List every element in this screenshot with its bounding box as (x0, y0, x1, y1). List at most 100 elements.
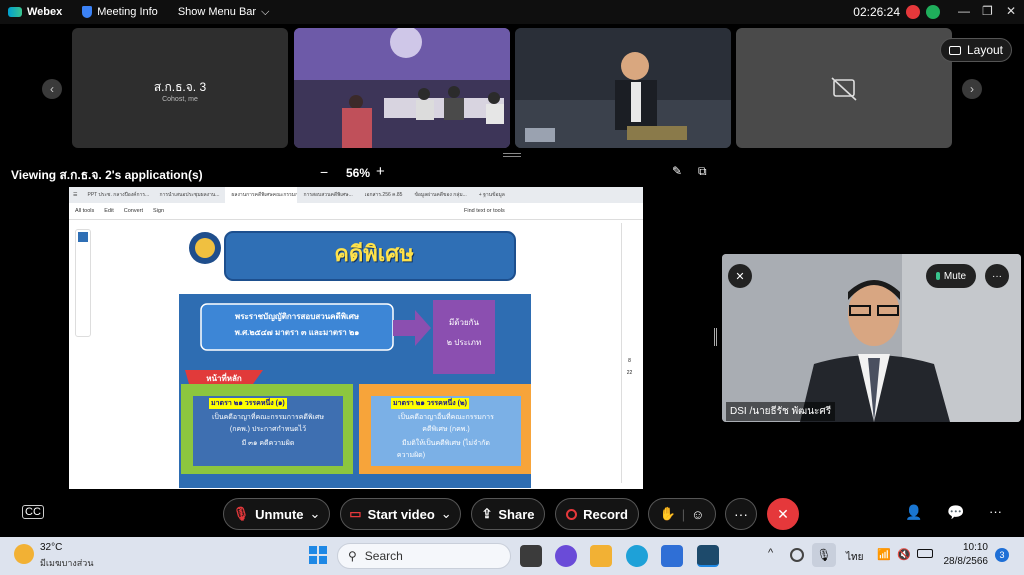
taskbar-date[interactable]: 28/8/2566 (940, 556, 989, 567)
start-menu-icon[interactable] (308, 545, 328, 565)
toolbar-convert[interactable]: Convert (124, 208, 143, 214)
more-options-button[interactable]: ··· (725, 498, 757, 530)
participant-more-button[interactable]: ··· (985, 264, 1009, 288)
participant-tile-video-off[interactable] (736, 28, 952, 148)
battery-icon[interactable] (917, 549, 933, 558)
minimize-icon[interactable]: — (958, 4, 970, 18)
main-duty-label: หน้าที่หลัก (206, 374, 242, 383)
raise-hand-icon[interactable]: ✋ (660, 506, 676, 522)
pdf-page-nav: 8 22 (621, 223, 637, 483)
zoom-out-button[interactable]: − (320, 164, 328, 180)
browser-tab-active[interactable]: ผลงานการคดีพิเศษคณะกรรมการ... (225, 187, 298, 203)
record-button[interactable]: Record (555, 498, 639, 530)
show-menu-bar-button[interactable]: Show Menu Bar ⌵ (178, 6, 270, 19)
chat-app-icon[interactable] (555, 545, 577, 567)
record-icon (566, 508, 578, 520)
viewing-label: Viewing ส.ก.ธ.จ. 2's application(s) (11, 168, 203, 182)
toolbar-edit[interactable]: Edit (104, 208, 113, 214)
browser-tab[interactable]: PPT ประช. กลางปีองค์การ... (81, 187, 153, 203)
edge-browser-icon[interactable] (626, 545, 648, 567)
share-button[interactable]: ⇪ Share (471, 498, 545, 530)
shared-screen[interactable]: ☰ PPT ประช. กลางปีองค์การ... การนำเสนอปร… (69, 187, 643, 489)
layout-grid-icon (948, 45, 961, 55)
close-window-icon[interactable]: ✕ (1006, 4, 1016, 18)
input-language[interactable]: ไทย (846, 550, 863, 565)
active-speaker-video[interactable]: ✕ Mute ··· DSI /นายธีรัช พัฒนะศรี (722, 254, 1021, 422)
browser-tab[interactable]: การนำเสนอประชุมผลงาน... (153, 187, 225, 203)
video-off-icon: ▭ (349, 506, 362, 521)
browser-tab[interactable]: ข้อมูลผ่านคดีของ กลุ่ม... (408, 187, 472, 203)
weather-icon[interactable] (14, 544, 34, 564)
types-line-1: มีด้วยกัน (449, 318, 479, 327)
participants-icon[interactable]: 👤 (905, 504, 922, 521)
reactions-group: ✋ | ☺ (648, 498, 716, 530)
app-title: Webex (8, 6, 62, 18)
filmstrip-next-button[interactable]: › (962, 79, 982, 99)
unmute-button[interactable]: 🎙 Unmute ⌄ (223, 498, 330, 530)
toolbar-sign[interactable]: Sign (153, 208, 164, 214)
shield-icon (82, 6, 93, 18)
webex-tray-icon[interactable] (790, 548, 804, 562)
select-tool-icon[interactable] (78, 232, 88, 242)
start-video-button[interactable]: ▭ Start video ⌄ (340, 498, 461, 530)
chat-icon[interactable]: 💬 (947, 504, 964, 521)
menu-icon[interactable]: ☰ (69, 192, 81, 198)
split-handle[interactable] (714, 328, 717, 346)
types-line-2: ๒ ประเภท (446, 338, 482, 347)
slide-title: คดีพิเศษ (334, 241, 414, 266)
wifi-icon[interactable]: 📶 (877, 548, 891, 561)
restore-icon[interactable]: ❐ (982, 4, 993, 18)
resize-handle[interactable] (503, 153, 521, 157)
meeting-clock: 02:26:24 (853, 5, 900, 19)
filmstrip-prev-button[interactable]: ‹ (42, 79, 62, 99)
windows-taskbar (0, 537, 1024, 575)
pdf-tool-palette (75, 229, 91, 337)
reaction-icon[interactable]: ☺ (691, 507, 704, 522)
viewing-bar: Viewing ส.ก.ธ.จ. 2's application(s) − 56… (0, 160, 1024, 186)
webex-taskbar-icon[interactable] (697, 545, 719, 567)
unpin-icon[interactable]: ✕ (728, 264, 752, 288)
pop-out-icon[interactable]: ⧉ (698, 164, 707, 179)
box2-line-4: ความผิด) (396, 452, 426, 459)
box1-title: มาตรา ๒๑ วรรคหนึ่ง (๑) (209, 398, 287, 409)
mic-muted-tray-icon[interactable]: 🎙 (812, 543, 836, 567)
microphone-muted-icon: 🎙 (232, 506, 250, 521)
task-view-icon[interactable] (520, 545, 542, 567)
microphone-icon (935, 272, 940, 280)
participant-tile-self[interactable]: ส.ก.ธ.จ. 3 Cohost, me (72, 28, 288, 148)
zoom-in-button[interactable]: + (376, 163, 385, 180)
leave-meeting-button[interactable]: ✕ (767, 498, 799, 530)
participant-role: Cohost, me (162, 96, 198, 103)
tray-overflow-icon[interactable]: ^ (768, 547, 773, 559)
captions-icon[interactable]: CC (22, 505, 44, 519)
store-icon[interactable] (661, 545, 683, 567)
more-panels-icon[interactable]: ··· (989, 504, 1002, 519)
taskbar-time[interactable]: 10:10 (948, 542, 988, 553)
annotate-icon[interactable]: ✎ (672, 164, 682, 178)
mute-participant-button[interactable]: Mute (926, 264, 976, 288)
participant-tile-speaker[interactable] (515, 28, 731, 148)
find-tools-field[interactable]: Find text or tools (464, 208, 505, 214)
participant-name: ส.ก.ธ.จ. 3 (153, 80, 207, 94)
layout-button[interactable]: Layout (940, 38, 1012, 62)
zoom-level: 56% (346, 166, 371, 180)
chevron-down-icon[interactable]: ⌄ (441, 506, 452, 522)
speaker-name-label: DSI /นายธีรัช พัฒนะศรี (726, 402, 836, 421)
share-icon: ⇪ (481, 506, 493, 521)
box1-line-3: มี ๓๑ คดีความผิด (241, 440, 295, 447)
browser-tab[interactable]: การสอบสวนคดีพิเศษ... (297, 187, 358, 203)
volume-muted-icon[interactable]: 🔇 (897, 548, 911, 561)
speaker-video-feed (722, 254, 1021, 422)
file-explorer-icon[interactable] (590, 545, 612, 567)
browser-tab[interactable]: + ฐานข้อมูล (473, 187, 511, 203)
toolbar-all-tools[interactable]: All tools (75, 208, 94, 214)
meeting-info-button[interactable]: Meeting Info (82, 6, 158, 18)
browser-tabs: ☰ PPT ประช. กลางปีองค์การ... การนำเสนอปร… (69, 187, 643, 203)
participant-tile-meeting-room[interactable] (294, 28, 510, 148)
browser-tab[interactable]: เอกสาร.256 ค.85 (359, 187, 409, 203)
chevron-down-icon[interactable]: ⌄ (310, 506, 321, 522)
act-line-2: พ.ศ.๒๕๔๗ มาตรา ๓ และมาตรา ๒๑ (234, 328, 360, 337)
notification-badge[interactable]: 3 (995, 548, 1009, 562)
box2-line-1: เป็นคดีอาญาอื่นที่คณะกรรมการ (398, 414, 494, 421)
taskbar-search-box[interactable]: ⚲ Search (337, 543, 511, 569)
